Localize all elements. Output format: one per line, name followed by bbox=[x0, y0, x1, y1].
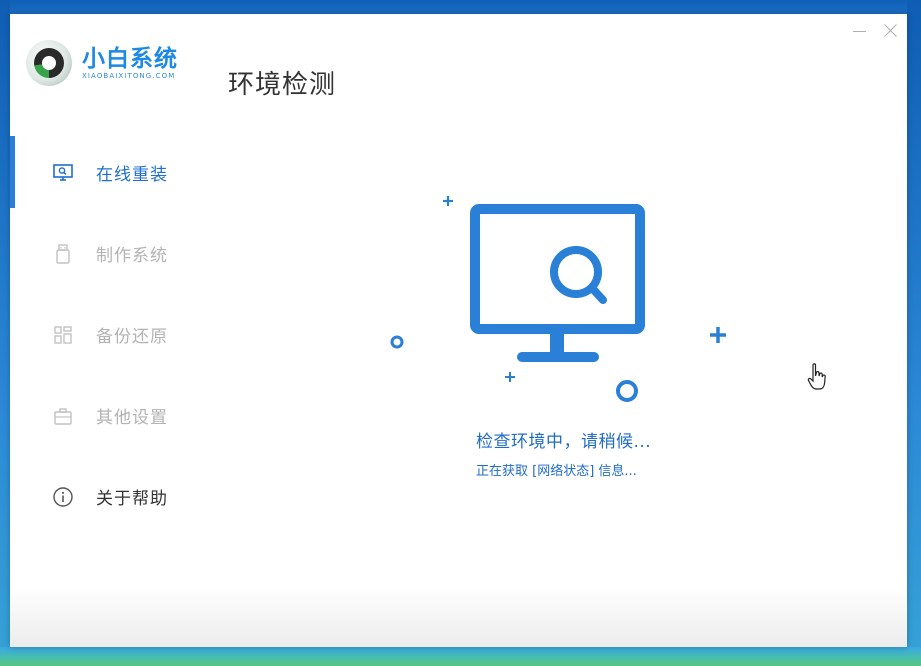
briefcase-icon bbox=[52, 405, 74, 427]
status-detail: 正在获取 [网络状态] 信息... bbox=[476, 464, 637, 479]
sidebar-item-online-reinstall[interactable]: 在线重装 bbox=[10, 132, 210, 213]
info-icon bbox=[52, 486, 74, 508]
sidebar-item-label: 备份还原 bbox=[96, 327, 168, 347]
window-controls bbox=[851, 22, 899, 40]
sidebar-item-label: 在线重装 bbox=[96, 165, 168, 185]
minimize-icon bbox=[853, 31, 866, 32]
sidebar-item-label: 关于帮助 bbox=[96, 489, 168, 509]
sidebar-item-make-system[interactable]: 制作系统 bbox=[10, 213, 210, 294]
desktop-background-top bbox=[0, 0, 921, 14]
logo-title: 小白系统 bbox=[82, 45, 178, 72]
desktop-background-bottom bbox=[0, 647, 921, 666]
decorative-ring-icon-2 bbox=[616, 380, 638, 402]
sidebar-item-other-settings[interactable]: 其他设置 bbox=[10, 375, 210, 456]
minimize-button[interactable] bbox=[851, 22, 869, 40]
page-title: 环境检测 bbox=[228, 70, 337, 100]
decorative-plus-icon-3 bbox=[505, 372, 515, 382]
decorative-plus-icon-2 bbox=[710, 327, 726, 343]
sidebar-item-backup-restore[interactable]: 备份还原 bbox=[10, 294, 210, 375]
logo-icon bbox=[26, 40, 72, 86]
decorative-ring-icon-1 bbox=[390, 335, 404, 349]
usb-icon bbox=[52, 243, 74, 265]
sidebar: 在线重装 制作系统 备份还原 其他设置 关于帮助 bbox=[10, 132, 210, 537]
sidebar-item-label: 制作系统 bbox=[96, 246, 168, 266]
sidebar-item-about-help[interactable]: 关于帮助 bbox=[10, 456, 210, 537]
app-window: 小白系统 XIAOBAIXITONG.COM 环境检测 在线重装 制作系统 备份… bbox=[10, 14, 907, 647]
desktop-background-left bbox=[0, 0, 10, 666]
monitor-search-icon bbox=[470, 204, 645, 362]
close-button[interactable] bbox=[881, 22, 899, 40]
hand-cursor-icon bbox=[807, 363, 826, 390]
sidebar-item-label: 其他设置 bbox=[96, 408, 168, 428]
grid-icon bbox=[52, 324, 74, 346]
status-text: 检查环境中，请稍候... bbox=[476, 432, 652, 452]
monitor-icon bbox=[52, 162, 74, 184]
logo-subtitle: XIAOBAIXITONG.COM bbox=[82, 71, 176, 80]
decorative-plus-icon-1 bbox=[443, 196, 453, 206]
desktop-background-right bbox=[907, 0, 921, 666]
app-logo: 小白系统 XIAOBAIXITONG.COM bbox=[26, 40, 178, 86]
